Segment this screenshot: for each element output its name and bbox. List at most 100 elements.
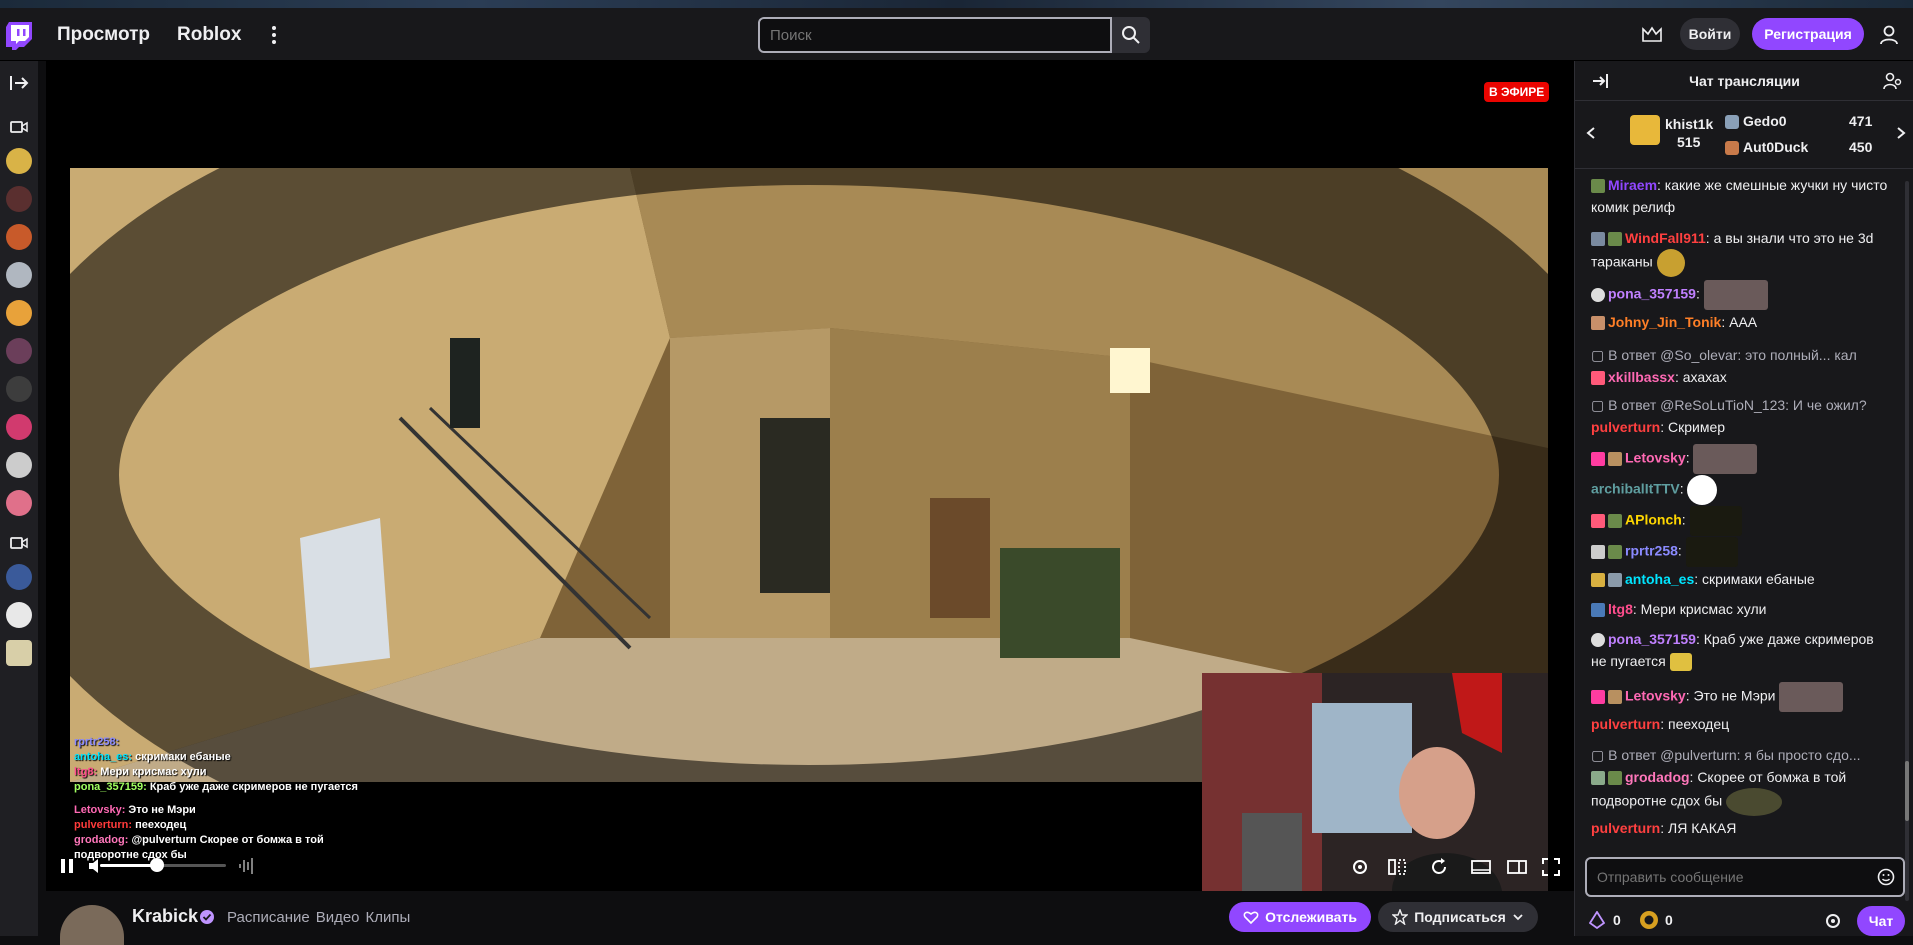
live-badge: В ЭФИРЕ	[1484, 82, 1550, 102]
emote-icon	[1703, 280, 1768, 310]
top-banner-strip	[0, 0, 1913, 8]
chat-message: rprtr258:	[1591, 537, 1891, 567]
subscribe-button[interactable]: Подписаться	[1378, 902, 1538, 932]
twitch-logo-icon[interactable]	[6, 22, 32, 50]
sidebar-channel-avatar[interactable]	[6, 186, 32, 212]
emote-icon	[1687, 475, 1718, 505]
chat-panel: Чат трансляции khist1k 515 Gedo0 471 Aut…	[1574, 61, 1913, 936]
sidebar-channel-avatar[interactable]	[6, 564, 32, 590]
nav-browse[interactable]: Просмотр	[57, 24, 150, 46]
sidebar-channel-avatar[interactable]	[6, 224, 32, 250]
collapse-chat-icon[interactable]	[1591, 72, 1609, 90]
sidebar-channel-avatar[interactable]	[6, 262, 32, 288]
reply-context[interactable]: ▢ В ответ @So_olevar: это полный... кал	[1591, 344, 1891, 366]
overlay-chat-line: pona_357159: Краб уже даже скримеров не …	[74, 781, 358, 793]
chevron-left-icon[interactable]	[1585, 126, 1597, 140]
overlay-chat-line: grodadog: @pulverturn Скорее от бомжа в …	[74, 834, 324, 846]
send-chat-button[interactable]: Чат	[1857, 906, 1905, 936]
badge-icon	[1591, 603, 1605, 618]
settings-gear-icon[interactable]	[1349, 856, 1371, 878]
emote-icon	[1669, 653, 1692, 672]
chat-message: pulverturn: пееходец	[1591, 716, 1730, 732]
channel-points-icon[interactable]	[1639, 910, 1659, 930]
channel-link-schedule[interactable]: Расписание	[227, 909, 310, 926]
chat-message: pulverturn: ЛЯ КАКАЯ	[1591, 820, 1737, 836]
emote-icon	[1689, 506, 1742, 536]
reply-context[interactable]: ▢ В ответ @pulverturn: я бы просто сдо..…	[1591, 744, 1891, 766]
star-icon	[1392, 909, 1409, 925]
top-gifters-leaderboard: khist1k 515 Gedo0 471 Aut0Duck 450	[1575, 101, 1913, 169]
search-icon	[1122, 26, 1140, 44]
sidebar-channel-avatar[interactable]	[6, 338, 32, 364]
login-button[interactable]: Войти	[1680, 18, 1740, 50]
community-users-icon[interactable]	[1883, 71, 1903, 91]
sidebar-channel-avatar[interactable]	[6, 490, 32, 516]
refresh-icon[interactable]	[1428, 856, 1450, 878]
sidebar-channel-avatar[interactable]	[6, 640, 32, 666]
skull-badge-icon	[1591, 288, 1605, 302]
gifter-name[interactable]: Gedo0	[1743, 113, 1787, 129]
nav-game-roblox[interactable]: Roblox	[177, 24, 241, 46]
chat-message-input[interactable]	[1585, 857, 1905, 897]
follow-label: Отслеживать	[1265, 909, 1357, 925]
emote-icon	[1693, 444, 1758, 474]
badge-icon	[1608, 771, 1622, 786]
on-stream-chat-overlay: rprtr258: antoha_es: скримаки ебаные ltg…	[74, 735, 494, 863]
sidebar-channel-avatar[interactable]	[6, 300, 32, 326]
gifter-name[interactable]: Aut0Duck	[1743, 139, 1808, 155]
badge-icon	[1608, 573, 1622, 588]
channel-links: Расписание Видео Клипы	[227, 909, 410, 926]
follow-button[interactable]: Отслеживать	[1229, 902, 1371, 932]
badge-icon	[1591, 452, 1605, 466]
emoji-picker-icon[interactable]	[1877, 868, 1895, 886]
reply-context[interactable]: ▢ В ответ @ReSoLuTioN_123: И че ожил?	[1591, 394, 1891, 416]
channel-name[interactable]: Krabick	[132, 906, 198, 927]
gifter-count: 471	[1849, 113, 1873, 129]
chat-scrollbar-thumb[interactable]	[1905, 761, 1909, 821]
chat-settings-gear-icon[interactable]	[1823, 911, 1843, 931]
split-view-icon[interactable]	[1506, 856, 1528, 878]
chat-message: antoha_es: скримаки ебаные	[1591, 568, 1891, 590]
audio-waveform-icon[interactable]	[236, 855, 258, 877]
heart-badge-icon	[1591, 514, 1605, 528]
mute-badge-icon	[1591, 545, 1605, 559]
video-camera-icon	[10, 121, 28, 133]
chat-header: Чат трансляции	[1575, 61, 1913, 101]
emote-icon	[1779, 682, 1844, 712]
chat-message: ▢ В ответ @So_olevar: это полный... кал x…	[1591, 344, 1891, 388]
pause-icon[interactable]	[56, 855, 78, 877]
search-input[interactable]	[758, 17, 1112, 53]
sidebar-channel-avatar[interactable]	[6, 602, 32, 628]
user-menu-icon[interactable]	[1878, 24, 1900, 46]
channel-link-videos[interactable]: Видео	[316, 909, 360, 926]
fullscreen-icon[interactable]	[1540, 856, 1562, 878]
overlay-chat-line: ltg8: Мери крисмас хули	[74, 766, 207, 778]
sidebar-channel-avatar[interactable]	[6, 414, 32, 440]
emote-icon	[1656, 249, 1685, 277]
channel-link-clips[interactable]: Клипы	[366, 909, 411, 926]
bits-gem-icon[interactable]	[1589, 911, 1605, 929]
register-button[interactable]: Регистрация	[1752, 18, 1864, 50]
chat-message: WindFall911: а вы знали что это не 3d та…	[1591, 227, 1891, 277]
gifter-count: 450	[1849, 139, 1873, 155]
top-gifter-name[interactable]: khist1k	[1665, 116, 1713, 132]
top-gifter-count: 515	[1677, 134, 1701, 150]
badge-icon	[1608, 690, 1622, 704]
sidebar-channel-avatar[interactable]	[6, 452, 32, 478]
sidebar-channel-avatar[interactable]	[6, 148, 32, 174]
prime-crown-icon[interactable]	[1641, 25, 1663, 45]
theatre-mode-icon[interactable]	[1470, 856, 1492, 878]
overlay-chat-line: rprtr258:	[74, 736, 120, 748]
clip-icon[interactable]	[1386, 856, 1408, 878]
heart-badge-icon	[1591, 371, 1605, 386]
search-button[interactable]	[1112, 17, 1150, 53]
chat-message: Miraem: какие же смешные жучки ну чисто …	[1591, 177, 1888, 215]
sidebar-channel-avatar[interactable]	[6, 376, 32, 402]
chat-message: pona_357159:	[1591, 280, 1891, 310]
chat-message: APlonch:	[1591, 506, 1891, 536]
skull-badge-icon	[1591, 633, 1605, 648]
expand-sidebar-icon[interactable]	[9, 73, 29, 93]
chevron-right-icon[interactable]	[1895, 126, 1907, 140]
volume-slider-handle[interactable]	[149, 858, 164, 872]
more-menu-icon[interactable]	[266, 20, 282, 50]
